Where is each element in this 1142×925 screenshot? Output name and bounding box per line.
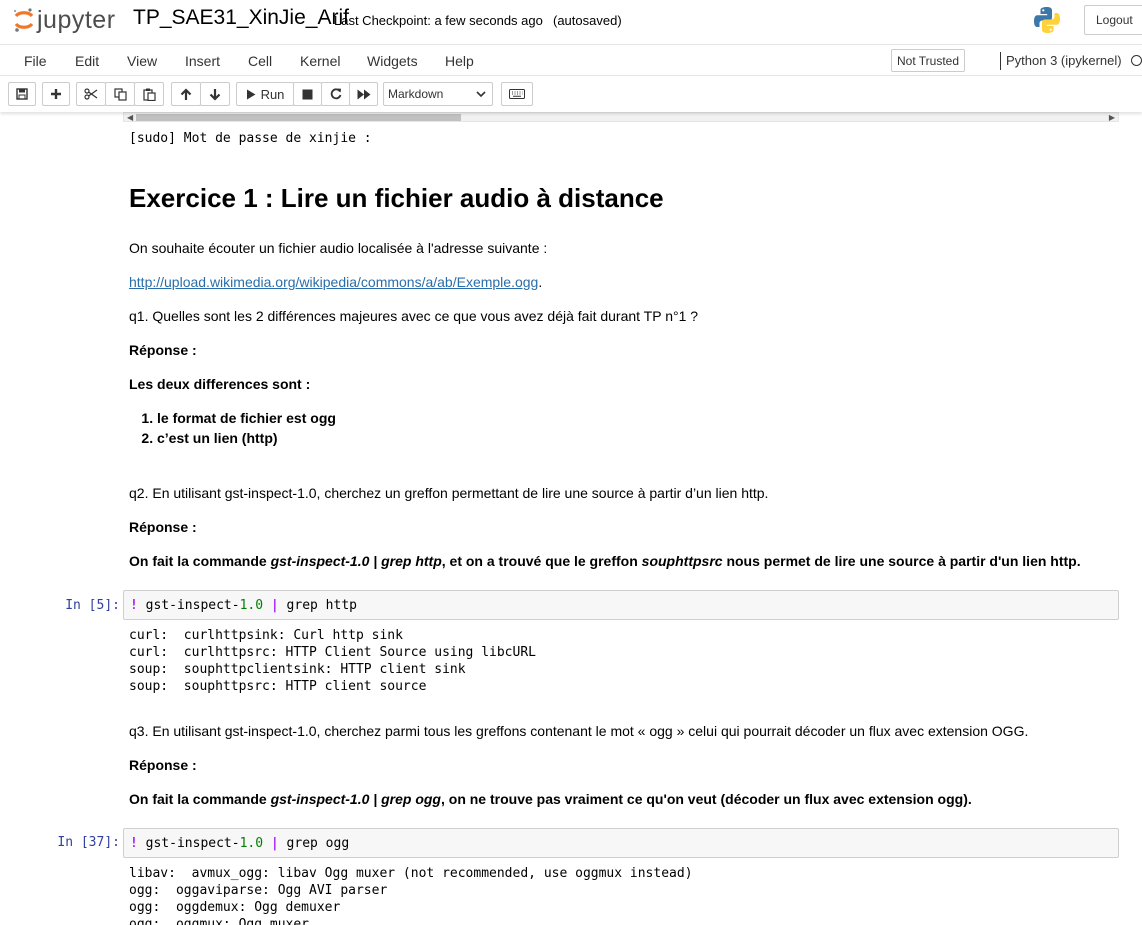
menu-edit[interactable]: Edit [75,53,99,69]
arrow-up-icon [180,87,192,100]
paste-button[interactable] [134,82,164,106]
move-up-button[interactable] [171,82,201,106]
menu-cell[interactable]: Cell [248,53,272,69]
scrollbar-thumb[interactable] [136,114,461,121]
answer-3-text: On fait la commande [129,791,271,807]
link-suffix: . [538,274,543,290]
menu-view[interactable]: View [127,53,157,69]
jupyter-logo-text: jupyter [37,5,116,34]
code-pipe: | [270,598,279,613]
code-cell-input[interactable]: ! gst-inspect-1.0 | grep ogg [123,828,1119,858]
arrow-down-icon [209,88,221,101]
code-text: gst-inspect- [137,598,240,613]
scroll-left-icon[interactable]: ◀ [127,113,133,122]
notebook-container: ◀ ▶ [sudo] Mot de passe de xinjie : Exer… [0,112,1142,925]
cell-type-value: Markdown [388,87,444,101]
restart-run-all-button[interactable] [349,82,378,106]
code-text: grep http [278,598,357,613]
code-cell-input[interactable]: ! gst-inspect-1.0 | grep http [123,590,1119,620]
logout-button[interactable]: Logout [1084,5,1142,35]
restart-icon [330,88,341,100]
keyboard-icon [509,89,525,99]
menu-widgets[interactable]: Widgets [367,53,418,69]
question-3: q3. En utilisant gst-inspect-1.0, cherch… [129,723,1029,739]
fast-forward-icon [357,89,370,99]
menubar: File Edit View Insert Cell Kernel Widget… [0,44,1142,76]
scroll-right-icon[interactable]: ▶ [1109,113,1115,122]
horizontal-scrollbar[interactable]: ◀ ▶ [123,112,1119,122]
menu-help[interactable]: Help [445,53,474,69]
paste-icon [142,88,156,101]
interrupt-button[interactable] [293,82,322,106]
question-2: q2. En utilisant gst-inspect-1.0, cherch… [129,485,769,501]
list-item: c’est un lien (http) [157,428,336,448]
exercise-heading: Exercice 1 : Lire un fichier audio à dis… [129,183,664,213]
menu-insert[interactable]: Insert [185,53,220,69]
notebook-header: jupyter TP_SAE31_XinJie_Arif Last Checkp… [0,0,1142,112]
code-text: gst-inspect- [137,836,240,851]
answer-2-text: On fait la commande [129,553,271,569]
cell-type-select[interactable]: Markdown [383,82,493,106]
reponse-label-3: Réponse : [129,757,197,773]
cell-prompt: In [37]: [57,835,120,850]
chevron-down-icon [476,91,486,98]
ogg-link[interactable]: http://upload.wikimedia.org/wikipedia/co… [129,274,538,290]
title-bar: jupyter TP_SAE31_XinJie_Arif Last Checkp… [0,0,1142,44]
code-pipe: | [270,836,279,851]
menu-file[interactable]: File [24,53,47,69]
answer-2-text: , et on a trouvé que le greffon [441,553,642,569]
plus-icon [51,89,61,99]
stop-icon [302,89,313,99]
question-1: q1. Quelles sont les 2 différences majeu… [129,308,699,324]
answer-3-command: gst-inspect-1.0 | grep ogg [270,791,441,807]
code-text: grep ogg [278,836,350,851]
scissors-icon [84,88,98,100]
toolbar: Run [0,76,1142,112]
kernel-separator [1000,52,1001,70]
kernel-name[interactable]: Python 3 (ipykernel) [1006,53,1122,68]
cell-prompt: In [5]: [65,598,120,613]
intro-paragraph: On souhaite écouter un fichier audio loc… [129,240,548,256]
checkpoint-status: Last Checkpoint: a few seconds ago [334,13,543,28]
answer-3-text: , on ne trouve pas vraiment ce qu'on veu… [440,791,972,807]
link-paragraph: http://upload.wikimedia.org/wikipedia/co… [129,274,542,290]
differences-list: le format de fichier est ogg c’est un li… [129,408,336,448]
list-item: le format de fichier est ogg [157,408,336,428]
save-button[interactable] [8,82,36,106]
code-bang: ! [130,836,138,851]
cut-button[interactable] [76,82,106,106]
jupyter-logo-icon [13,8,34,32]
run-button[interactable]: Run [236,82,294,106]
answer-2: On fait la commande gst-inspect-1.0 | gr… [129,553,1081,569]
code-bang: ! [130,598,138,613]
not-trusted-badge[interactable]: Not Trusted [891,49,966,72]
code-number: 1.0 [239,598,264,613]
command-palette-button[interactable] [501,82,533,106]
answer-2-plugin: souphttpsrc [641,553,723,569]
run-label: Run [260,86,285,102]
reponse-label-2: Réponse : [129,519,197,535]
insert-cell-button[interactable] [42,82,70,106]
differences-title: Les deux differences sont : [129,376,311,392]
jupyter-logo[interactable]: jupyter [13,6,116,34]
restart-button[interactable] [321,82,350,106]
reponse-label-1: Réponse : [129,342,197,358]
notebook-name[interactable]: TP_SAE31_XinJie_Arif [133,6,349,30]
answer-3: On fait la commande gst-inspect-1.0 | gr… [129,791,972,807]
code-number: 1.0 [239,836,264,851]
save-icon [16,88,28,100]
move-down-button[interactable] [200,82,230,106]
answer-2-command: gst-inspect-1.0 | grep http [270,553,442,569]
copy-button[interactable] [105,82,135,106]
code-cell-output: libav: avmux_ogg: libav Ogg muxer (not r… [129,866,693,925]
sudo-output: [sudo] Mot de passe de xinjie : [129,131,372,146]
menu-kernel[interactable]: Kernel [300,53,340,69]
copy-icon [113,87,127,101]
autosave-status: (autosaved) [553,13,622,28]
play-icon [246,89,256,99]
answer-2-text: nous permet de lire une source à partir … [722,553,1081,569]
kernel-status-icon [1131,55,1142,66]
python-logo-icon [1034,7,1060,33]
code-cell-output: curl: curlhttpsink: Curl http sink curl:… [129,628,536,694]
